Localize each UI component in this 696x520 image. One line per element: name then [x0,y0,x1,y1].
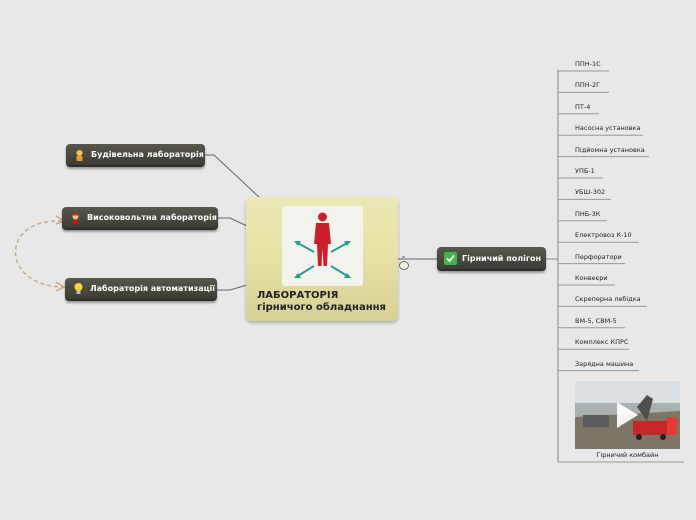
building-lab-node[interactable]: Будівельна лабораторія [66,144,205,167]
equipment-item[interactable]: Насосна установка [575,124,640,132]
equipment-item[interactable]: Електровоз К-10 [575,231,632,239]
central-title: ЛАБОРАТОРІЯ гірничого обладнання [257,290,397,314]
equipment-item[interactable]: ПТ-4 [575,103,590,111]
relationship-arrow [14,220,63,288]
people-network-icon [282,206,363,286]
equipment-item[interactable]: ППН-1С [575,60,601,68]
equipment-item[interactable]: Перфоратори [575,253,622,261]
equipment-item[interactable]: Комплекс КПРС [575,338,628,346]
leaf-spine [546,70,559,462]
central-topic[interactable]: ЛАБОРАТОРІЯ гірничого обладнання [246,197,398,321]
equipment-item[interactable]: Зарядна машина [575,360,633,368]
play-icon[interactable] [615,401,639,429]
equipment-item[interactable]: УПБ-1 [575,167,595,175]
central-title-line2: гірничого обладнання [257,302,386,313]
connector-building-lab [204,154,261,199]
firefighter-icon [69,211,82,224]
high-voltage-lab-node[interactable]: Високовольтна лабораторія [62,207,218,230]
central-title-line1: ЛАБОРАТОРІЯ [257,290,339,301]
building-lab-label: Будівельна лабораторія [91,150,204,159]
connector-high-voltage-lab [218,217,248,227]
automation-lab-node[interactable]: Лабораторія автоматизації [65,278,217,301]
equipment-item[interactable]: Скреперна лебідка [575,295,641,303]
automation-lab-label: Лабораторія автоматизації [90,284,216,293]
video-thumbnail[interactable] [575,381,680,449]
equipment-item[interactable]: Конвеєри [575,274,608,282]
light-bulb-icon [72,282,85,295]
equipment-item[interactable]: ВМ-5, СВМ-5 [575,317,617,325]
check-mark-icon [444,251,457,265]
collapse-toggle[interactable]: - [399,253,409,270]
mining-polygon-label: Гірничий полігон [462,253,542,263]
high-voltage-lab-label: Високовольтна лабораторія [87,213,217,222]
equipment-item[interactable]: Підйомна установка [575,146,645,154]
collapse-toggle-label: - [402,253,405,261]
equipment-item[interactable]: ППН-2Г [575,81,600,89]
equipment-item[interactable]: УБШ-302 [575,188,605,196]
construction-worker-icon [73,148,86,161]
equipment-item[interactable]: ПНБ-3К [575,210,600,218]
connector-automation-lab [217,284,248,291]
video-caption: Гірничий комбайн [596,451,659,459]
mining-polygon-node[interactable]: Гірничий полігон [437,247,546,271]
